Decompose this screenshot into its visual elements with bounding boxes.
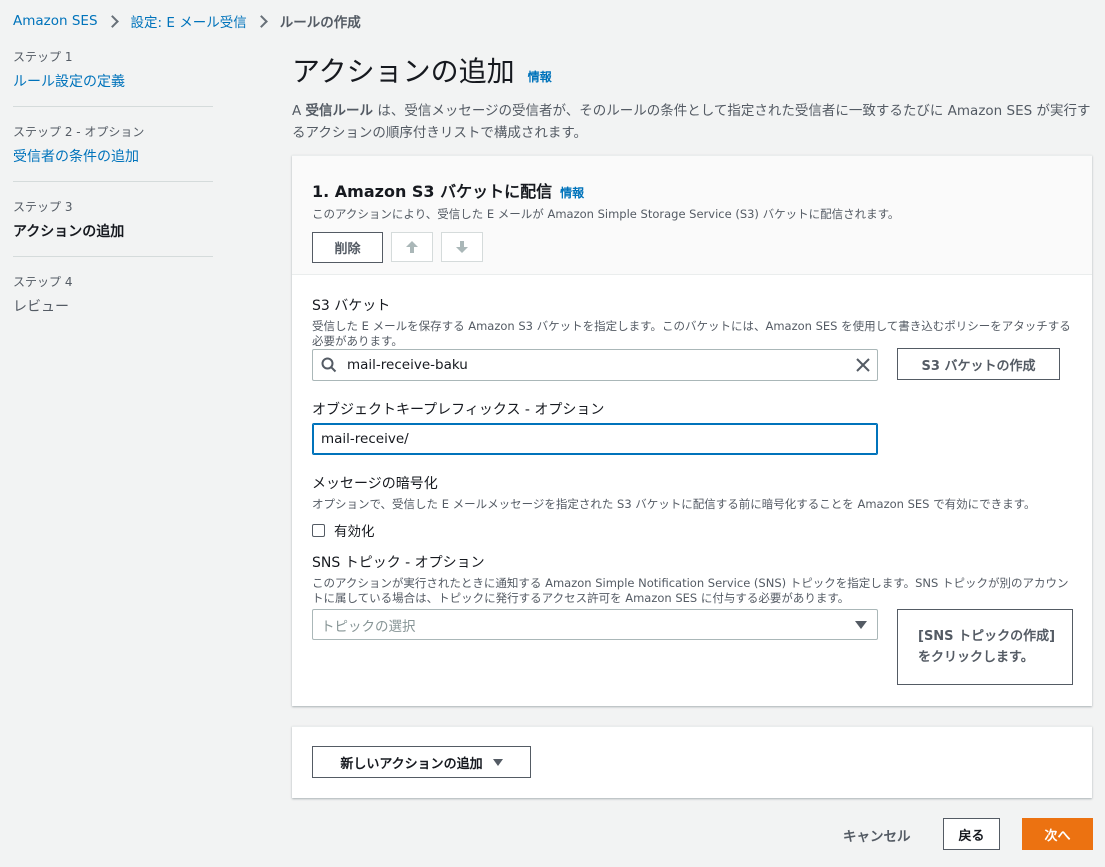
action-buttons: 削除 xyxy=(312,232,1072,263)
step-review: レビュー xyxy=(13,299,69,315)
desc-rest: は、受信メッセージの受信者が、そのルールの条件として指定された受信者に一致するた… xyxy=(292,103,1091,141)
move-up-button[interactable] xyxy=(391,232,433,262)
add-new-action-button[interactable]: 新しいアクションの追加 xyxy=(312,746,531,778)
cancel-button[interactable]: キャンセル xyxy=(843,825,911,845)
delete-button[interactable]: 削除 xyxy=(312,232,383,263)
action-description: このアクションにより、受信した E メールが Amazon Simple Sto… xyxy=(312,207,900,221)
back-button[interactable]: 戻る xyxy=(943,818,1000,850)
step-2: ステップ 2 - オプション 受信者の条件の追加 xyxy=(13,123,213,182)
object-prefix-label: オブジェクトキープレフィックス - オプション xyxy=(312,402,605,418)
page-header: アクションの追加 情報 A 受信ルール は、受信メッセージの受信者が、そのルール… xyxy=(292,50,1092,144)
arrow-down-icon xyxy=(456,241,468,253)
step-number: ステップ 2 - オプション xyxy=(13,125,145,139)
add-action-panel: 新しいアクションの追加 xyxy=(292,726,1092,798)
action-panel-body: S3 バケット 受信した E メールを保存する Amazon S3 バケットを指… xyxy=(292,275,1092,705)
s3-bucket-description: 受信した E メールを保存する Amazon S3 バケットを指定します。このバ… xyxy=(312,319,1071,348)
step-link-define-rule[interactable]: ルール設定の定義 xyxy=(13,71,213,91)
step-number: ステップ 3 xyxy=(13,200,73,214)
encryption-label: メッセージの暗号化 xyxy=(312,476,438,492)
add-new-action-label: 新しいアクションの追加 xyxy=(340,756,483,772)
step-number: ステップ 4 xyxy=(13,275,73,289)
page-title: アクションの追加 xyxy=(292,55,515,88)
chevron-right-icon xyxy=(254,14,268,28)
search-icon xyxy=(321,357,337,373)
breadcrumb: Amazon SES 設定: E メール受信 ルールの作成 xyxy=(13,11,361,31)
caret-down-icon xyxy=(855,620,867,629)
sns-topic-placeholder: トピックの選択 xyxy=(321,618,416,635)
object-prefix-input[interactable]: mail-receive/ xyxy=(312,423,878,455)
encryption-checkbox[interactable] xyxy=(312,523,325,537)
encryption-description: オプションで、受信した E メールメッセージを指定された S3 バケットに配信す… xyxy=(312,497,1036,511)
page-description: A 受信ルール は、受信メッセージの受信者が、そのルールの条件として指定された受… xyxy=(292,100,1092,144)
move-down-button[interactable] xyxy=(441,232,483,262)
sns-section: SNS トピック - オプション このアクションが実行されたときに通知する Am… xyxy=(312,552,1072,606)
step-1: ステップ 1 ルール設定の定義 xyxy=(13,48,213,107)
step-3: ステップ 3 アクションの追加 xyxy=(13,198,213,257)
step-number: ステップ 1 xyxy=(13,50,73,64)
step-link-add-recipient-conditions[interactable]: 受信者の条件の追加 xyxy=(13,146,213,166)
breadcrumb-current: ルールの作成 xyxy=(279,15,361,31)
action-panel-s3: 1. Amazon S3 バケットに配信 情報 このアクションにより、受信した E… xyxy=(292,155,1092,706)
action-title: 1. Amazon S3 バケットに配信 情報 xyxy=(312,178,1072,202)
info-link[interactable]: 情報 xyxy=(528,70,552,84)
step-4: ステップ 4 レビュー xyxy=(13,273,213,331)
wizard-steps: ステップ 1 ルール設定の定義 ステップ 2 - オプション 受信者の条件の追加… xyxy=(13,48,213,347)
s3-bucket-search-input[interactable]: mail-receive-baku xyxy=(312,349,878,381)
caret-down-icon xyxy=(492,758,503,766)
encryption-checkbox-row[interactable]: 有効化 xyxy=(312,520,1072,540)
next-button[interactable]: 次へ xyxy=(1022,818,1093,850)
clear-icon[interactable] xyxy=(855,357,871,373)
sns-topic-description: このアクションが実行されたときに通知する Amazon Simple Notif… xyxy=(312,576,1069,605)
s3-bucket-label: S3 バケット xyxy=(312,298,391,314)
step-current-add-actions: アクションの追加 xyxy=(13,224,125,240)
encryption-section: メッセージの暗号化 オプションで、受信した E メールメッセージを指定された S… xyxy=(312,473,1072,540)
desc-bold: 受信ルール xyxy=(305,103,374,119)
encryption-checkbox-label[interactable]: 有効化 xyxy=(334,520,375,540)
create-sns-topic-button[interactable]: [SNS トピックの作成] をクリックします。 xyxy=(897,609,1073,685)
create-s3-bucket-button[interactable]: S3 バケットの作成 xyxy=(897,348,1060,380)
arrow-up-icon xyxy=(406,241,418,253)
action-title-text: 1. Amazon S3 バケットに配信 xyxy=(312,182,553,201)
sns-topic-label: SNS トピック - オプション xyxy=(312,555,485,571)
desc-prefix: A xyxy=(292,103,306,119)
s3-bucket-value: mail-receive-baku xyxy=(347,357,468,373)
sns-topic-select[interactable]: トピックの選択 xyxy=(312,609,878,640)
chevron-right-icon xyxy=(105,14,119,28)
breadcrumb-link-amazon-ses[interactable]: Amazon SES xyxy=(13,13,98,29)
breadcrumb-link-email-receiving[interactable]: 設定: E メール受信 xyxy=(131,11,247,31)
action-info-link[interactable]: 情報 xyxy=(560,186,584,200)
action-panel-header: 1. Amazon S3 バケットに配信 情報 このアクションにより、受信した E… xyxy=(292,156,1092,275)
